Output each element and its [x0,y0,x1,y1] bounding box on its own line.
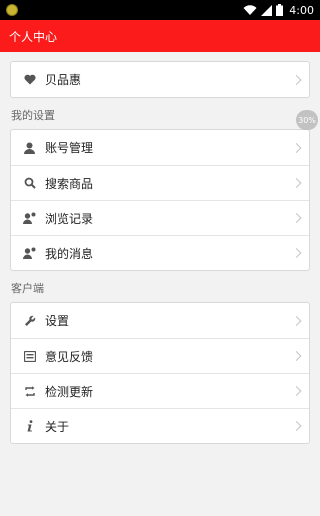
chevron-right-icon [291,315,302,326]
list-item-feedback[interactable]: 意见反馈 [11,338,309,373]
list-item-label: 我的消息 [45,246,94,261]
section-header-my-settings: 我的设置 [11,109,55,122]
status-left [6,4,18,16]
list-item-label: 设置 [45,314,70,328]
list-item-settings[interactable]: 设置 [11,303,309,338]
list-item-messages[interactable]: 我的消息 [11,235,309,270]
wifi-icon [243,4,257,15]
list-item-account[interactable]: 账号管理 [11,130,309,165]
floating-badge[interactable]: 30% [296,110,318,130]
heart-icon [23,73,36,86]
my-settings-card: 账号管理 搜索商品 浏览记录 我的消息 [10,129,310,271]
info-icon [23,420,36,433]
user-message-icon [23,247,36,260]
status-right: 4:00 [243,4,314,17]
section-header-client: 客户端 [11,282,44,295]
search-icon [23,177,36,190]
page-title: 个人中心 [9,29,58,44]
list-item-label: 账号管理 [45,141,94,155]
chevron-right-icon [291,142,302,153]
signal-icon [261,4,273,16]
list-item-label: 浏览记录 [45,211,94,226]
chevron-right-icon [291,213,302,223]
client-card: 设置 意见反馈 检测更新 关于 [10,302,310,444]
status-bar: 4:00 [0,0,320,20]
user-history-icon [23,212,36,225]
notification-icon [6,4,18,16]
list-item-label: 搜索商品 [45,176,94,191]
list-item-label: 贝品惠 [45,73,82,87]
list-item-label: 检测更新 [45,384,94,399]
top-card: 贝品惠 [10,61,310,98]
user-icon [23,141,36,154]
app-bar: 个人中心 [0,20,320,52]
list-item-check-update[interactable]: 检测更新 [11,373,309,408]
list-item-label: 关于 [45,419,70,434]
chevron-right-icon [291,248,302,258]
feedback-icon [23,350,36,363]
chevron-right-icon [291,386,302,396]
chevron-right-icon [291,421,302,431]
list-item-search[interactable]: 搜索商品 [11,165,309,200]
list-item-about[interactable]: 关于 [11,408,309,443]
list-item-beipinhui[interactable]: 贝品惠 [11,62,309,97]
list-item-label: 意见反馈 [45,349,94,364]
wrench-icon [23,314,36,327]
battery-icon [276,4,284,16]
status-time: 4:00 [289,3,314,17]
refresh-icon [23,385,36,398]
list-item-history[interactable]: 浏览记录 [11,200,309,235]
chevron-right-icon [291,178,302,188]
chevron-right-icon [291,74,302,85]
chevron-right-icon [291,351,302,361]
